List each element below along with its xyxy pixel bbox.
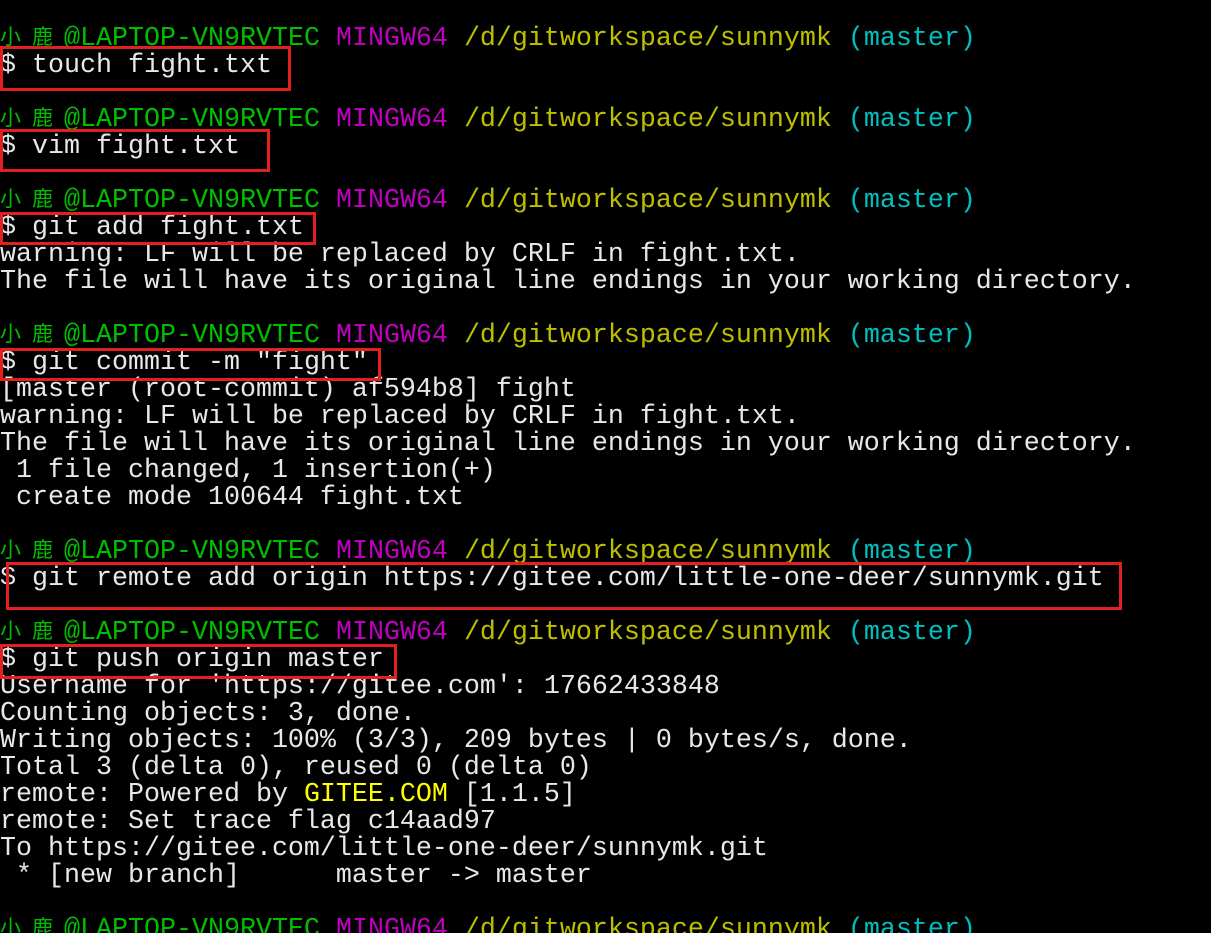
- prompt-symbol: $: [0, 213, 16, 243]
- prompt-host: @LAPTOP-VN9RVTEC: [64, 24, 320, 54]
- prompt-cwd: /d/gitworkspace/sunnymk: [463, 537, 832, 567]
- prompt-user: 小鹿: [0, 190, 64, 213]
- output-line: The file will have its original line end…: [0, 269, 1211, 296]
- output-line: warning: LF will be replaced by CRLF in …: [0, 242, 1211, 269]
- prompt-cwd: /d/gitworkspace/sunnymk: [463, 186, 832, 216]
- output-line: * [new branch] master -> master: [0, 863, 1211, 890]
- command-line: $ git commit -m "fight": [0, 350, 1211, 377]
- output-text: remote: Set trace flag c14aad97: [0, 807, 496, 837]
- prompt-system: MINGW64: [335, 537, 448, 567]
- prompt-line: 小鹿@LAPTOP-VN9RVTEC MINGW64 /d/gitworkspa…: [0, 917, 1211, 933]
- output-text: Counting objects: 3, done.: [0, 699, 416, 729]
- prompt-symbol: $: [0, 132, 16, 162]
- output-line: To https://gitee.com/little-one-deer/sun…: [0, 836, 1211, 863]
- command-line: $ git add fight.txt: [0, 215, 1211, 242]
- output-text: The file will have its original line end…: [0, 429, 1136, 459]
- prompt-cwd: /d/gitworkspace/sunnymk: [463, 321, 832, 351]
- output-highlight: GITEE.COM: [303, 780, 448, 810]
- output-text: [1.1.5]: [447, 780, 576, 810]
- output-text: [master (root-commit) af594b8] fight: [0, 375, 576, 405]
- output-line: The file will have its original line end…: [0, 431, 1211, 458]
- output-line: remote: Set trace flag c14aad97: [0, 809, 1211, 836]
- prompt-line: 小鹿@LAPTOP-VN9RVTEC MINGW64 /d/gitworkspa…: [0, 26, 1211, 53]
- output-text: 1 file changed, 1 insertion(+): [0, 456, 496, 486]
- output-line: Writing objects: 100% (3/3), 209 bytes |…: [0, 728, 1211, 755]
- prompt-cwd: /d/gitworkspace/sunnymk: [463, 618, 832, 648]
- output-text: To https://gitee.com/little-one-deer/sun…: [0, 834, 768, 864]
- output-text: Total 3 (delta 0), reused 0 (delta 0): [0, 753, 592, 783]
- command-text: git push origin master: [32, 645, 384, 675]
- prompt-branch: (master): [847, 24, 976, 54]
- prompt-system: MINGW64: [335, 186, 448, 216]
- prompt-user: 小鹿: [0, 622, 64, 645]
- output-text: create mode 100644 fight.txt: [0, 483, 464, 513]
- terminal-window[interactable]: 小鹿@LAPTOP-VN9RVTEC MINGW64 /d/gitworkspa…: [0, 0, 1211, 933]
- output-text: warning: LF will be replaced by CRLF in …: [0, 402, 800, 432]
- prompt-line: 小鹿@LAPTOP-VN9RVTEC MINGW64 /d/gitworkspa…: [0, 539, 1211, 566]
- command-text: vim fight.txt: [32, 132, 240, 162]
- command-line: $ git remote add origin https://gitee.co…: [0, 566, 1211, 593]
- output-text: Writing objects: 100% (3/3), 209 bytes |…: [0, 726, 912, 756]
- prompt-host: @LAPTOP-VN9RVTEC: [64, 915, 320, 933]
- prompt-system: MINGW64: [335, 105, 448, 135]
- output-line: warning: LF will be replaced by CRLF in …: [0, 404, 1211, 431]
- command-text: git add fight.txt: [32, 213, 304, 243]
- prompt-symbol: $: [0, 564, 16, 594]
- prompt-symbol: $: [0, 348, 16, 378]
- prompt-system: MINGW64: [335, 915, 448, 933]
- command-line: $ vim fight.txt: [0, 134, 1211, 161]
- output-text: Username for 'https://gitee.com': 176624…: [0, 672, 720, 702]
- prompt-branch: (master): [847, 186, 976, 216]
- prompt-user: 小鹿: [0, 919, 64, 933]
- output-text: * [new branch] master -> master: [0, 861, 592, 891]
- command-text: touch fight.txt: [32, 51, 272, 81]
- prompt-system: MINGW64: [335, 24, 448, 54]
- prompt-line: 小鹿@LAPTOP-VN9RVTEC MINGW64 /d/gitworkspa…: [0, 323, 1211, 350]
- command-text: git remote add origin https://gitee.com/…: [32, 564, 1104, 594]
- prompt-user: 小鹿: [0, 325, 64, 348]
- prompt-branch: (master): [847, 321, 976, 351]
- prompt-host: @LAPTOP-VN9RVTEC: [64, 105, 320, 135]
- command-line: $ touch fight.txt: [0, 53, 1211, 80]
- prompt-line: 小鹿@LAPTOP-VN9RVTEC MINGW64 /d/gitworkspa…: [0, 188, 1211, 215]
- prompt-branch: (master): [847, 618, 976, 648]
- prompt-host: @LAPTOP-VN9RVTEC: [64, 537, 320, 567]
- prompt-cwd: /d/gitworkspace/sunnymk: [463, 24, 832, 54]
- prompt-system: MINGW64: [335, 321, 448, 351]
- prompt-user: 小鹿: [0, 541, 64, 564]
- prompt-user: 小鹿: [0, 109, 64, 132]
- output-line: create mode 100644 fight.txt: [0, 485, 1211, 512]
- prompt-branch: (master): [847, 537, 976, 567]
- command-text: git commit -m "fight": [32, 348, 368, 378]
- output-line: remote: Powered by GITEE.COM [1.1.5]: [0, 782, 1211, 809]
- prompt-line: 小鹿@LAPTOP-VN9RVTEC MINGW64 /d/gitworkspa…: [0, 107, 1211, 134]
- prompt-user: 小鹿: [0, 28, 64, 51]
- command-line: $ git push origin master: [0, 647, 1211, 674]
- output-line: Total 3 (delta 0), reused 0 (delta 0): [0, 755, 1211, 782]
- prompt-host: @LAPTOP-VN9RVTEC: [64, 618, 320, 648]
- output-line: [master (root-commit) af594b8] fight: [0, 377, 1211, 404]
- output-line: Counting objects: 3, done.: [0, 701, 1211, 728]
- prompt-symbol: $: [0, 645, 16, 675]
- prompt-system: MINGW64: [335, 618, 448, 648]
- output-line: Username for 'https://gitee.com': 176624…: [0, 674, 1211, 701]
- output-text: warning: LF will be replaced by CRLF in …: [0, 240, 800, 270]
- prompt-host: @LAPTOP-VN9RVTEC: [64, 321, 320, 351]
- prompt-cwd: /d/gitworkspace/sunnymk: [463, 915, 832, 933]
- prompt-branch: (master): [847, 105, 976, 135]
- output-line: 1 file changed, 1 insertion(+): [0, 458, 1211, 485]
- prompt-symbol: $: [0, 51, 16, 81]
- output-text: remote: Powered by: [0, 780, 304, 810]
- prompt-host: @LAPTOP-VN9RVTEC: [64, 186, 320, 216]
- prompt-cwd: /d/gitworkspace/sunnymk: [463, 105, 832, 135]
- prompt-branch: (master): [847, 915, 976, 933]
- output-text: The file will have its original line end…: [0, 267, 1136, 297]
- prompt-line: 小鹿@LAPTOP-VN9RVTEC MINGW64 /d/gitworkspa…: [0, 620, 1211, 647]
